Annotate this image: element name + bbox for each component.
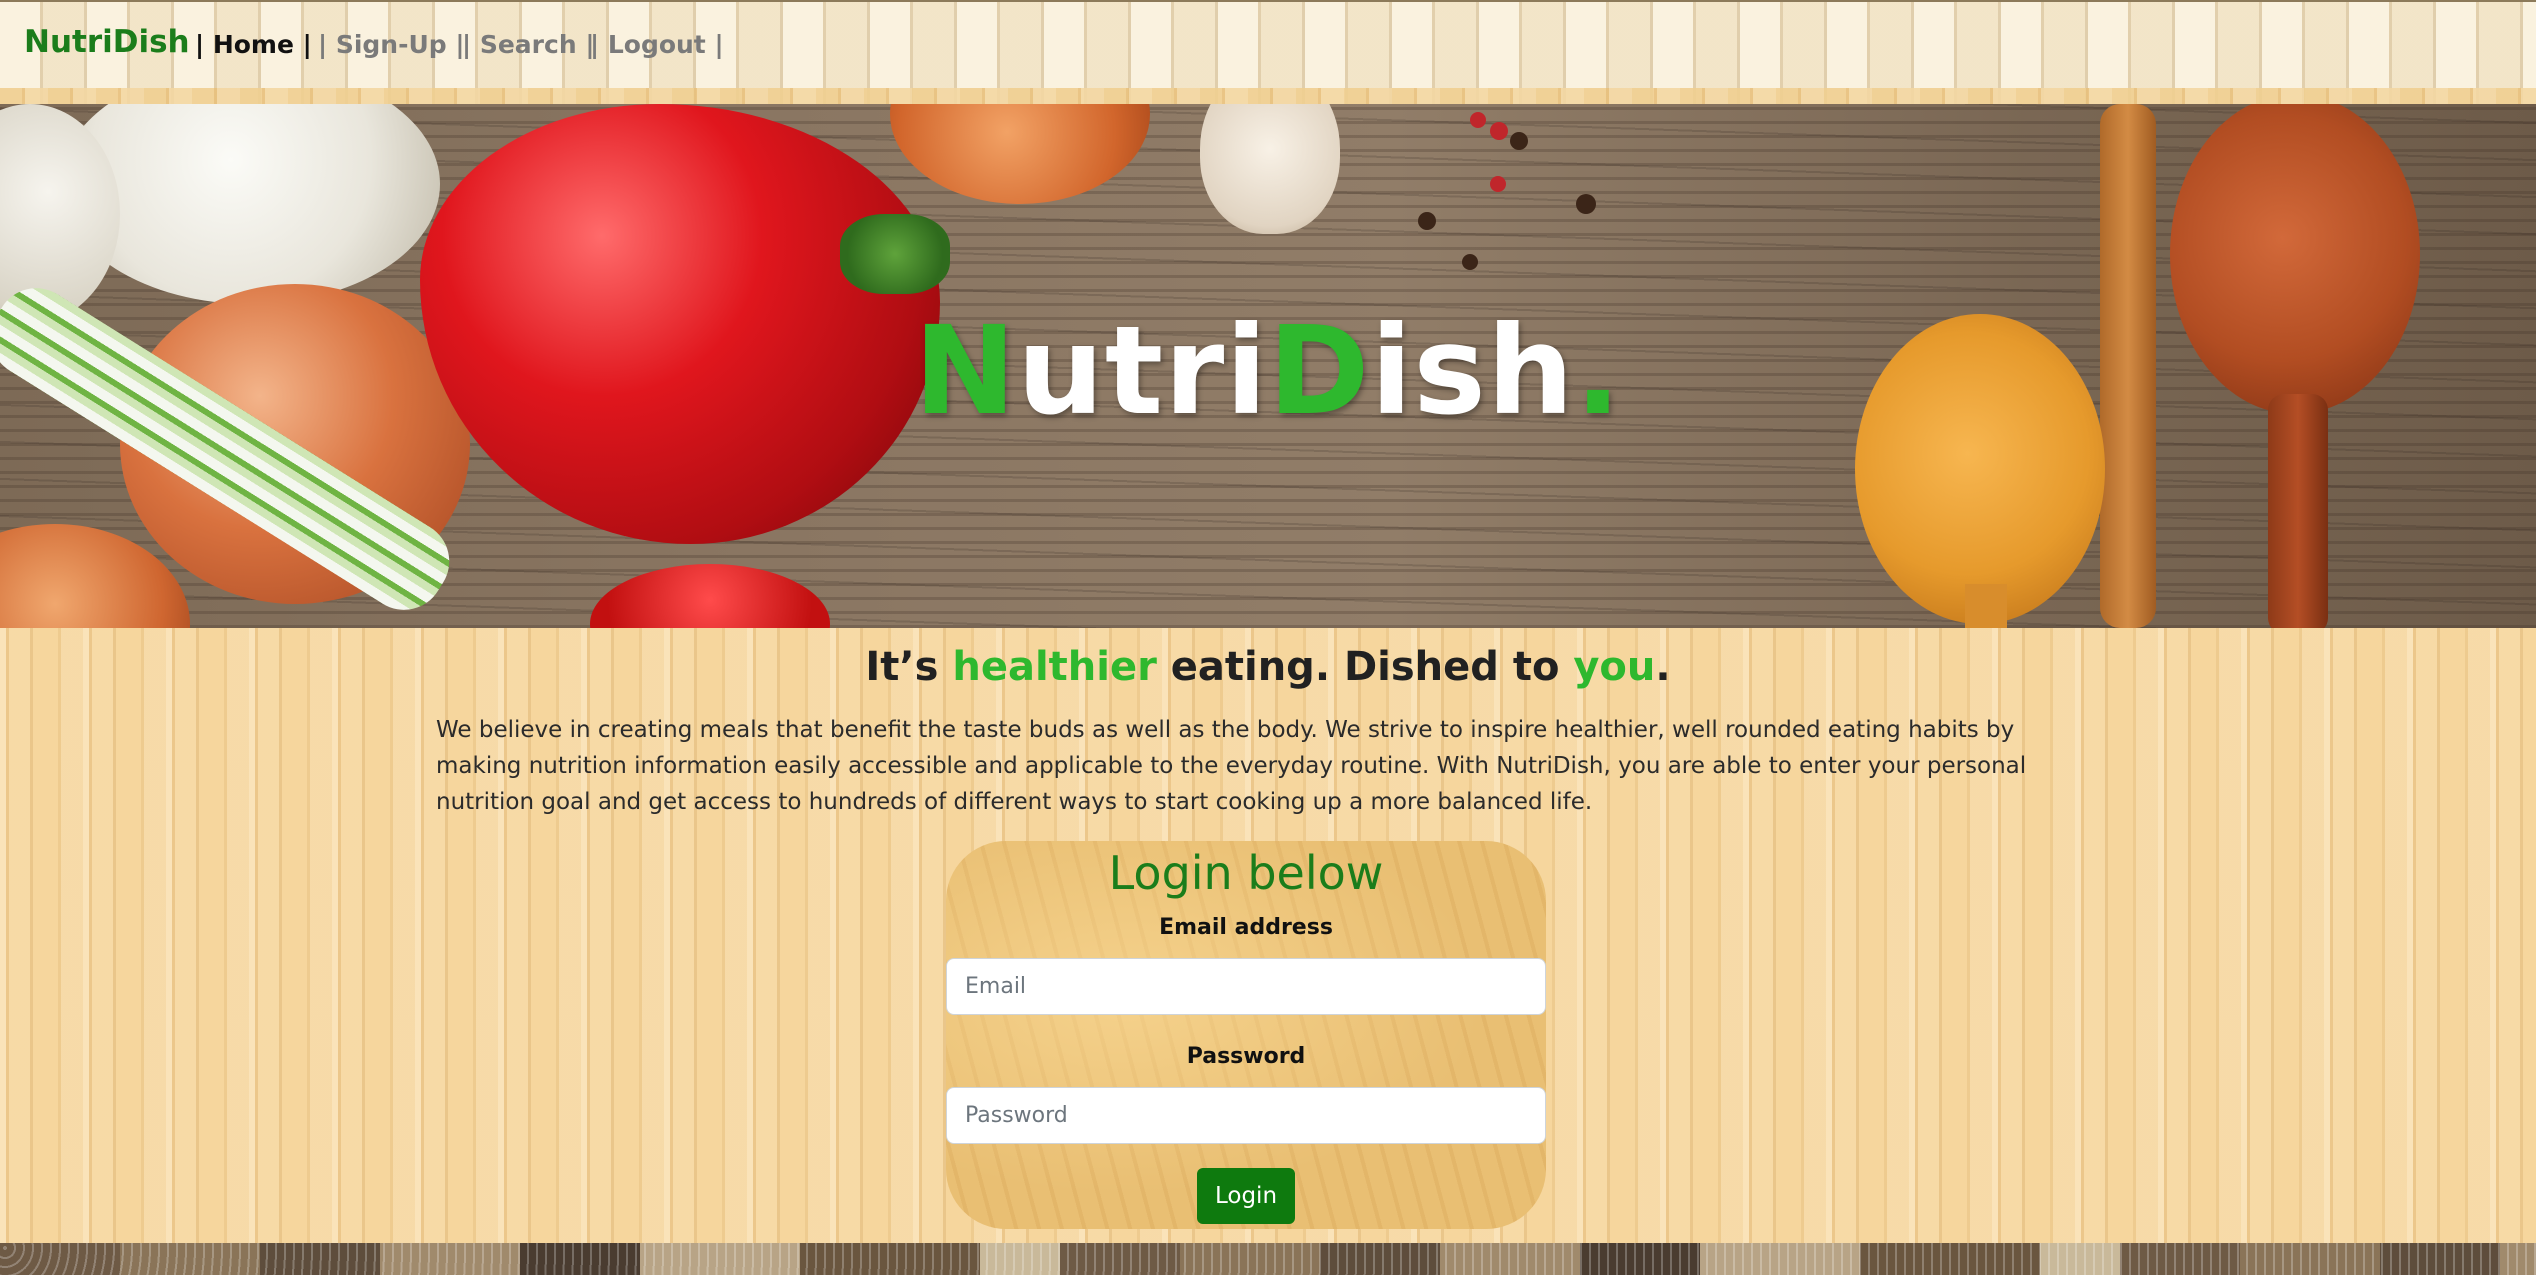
brand-link[interactable]: NutriDish xyxy=(24,24,190,60)
hero-title-utri: utri xyxy=(1017,300,1269,442)
peppercorn-image xyxy=(1510,132,1528,150)
top-navbar: NutriDish | Home | | Sign-Up | | Search … xyxy=(0,0,2536,106)
tagline-highlight-healthier: healthier xyxy=(952,644,1157,690)
peppercorn-image xyxy=(1490,176,1506,192)
hero-title-ish: ish xyxy=(1370,300,1575,442)
tagline-text: . xyxy=(1655,644,1671,690)
nav-link-sign-up[interactable]: | Sign-Up | xyxy=(318,30,465,59)
tomato-bottom-image xyxy=(590,564,830,628)
tagline-text: eating. Dished to xyxy=(1156,644,1574,690)
peppercorn-image xyxy=(1490,122,1508,140)
nav-link-search[interactable]: | Search | xyxy=(462,30,594,59)
garlic-image xyxy=(1200,104,1340,234)
peppercorn-image xyxy=(1470,112,1486,128)
email-label: Email address xyxy=(1159,915,1333,940)
hero-title-letter-n: N xyxy=(913,300,1017,442)
hero-banner: NutriDish. xyxy=(0,104,2536,628)
peppercorn-image xyxy=(1462,254,1478,270)
tagline-heading: It’s healthier eating. Dished to you. xyxy=(0,644,2536,690)
about-paragraph: We believe in creating meals that benefi… xyxy=(436,717,2027,815)
nav-link-home[interactable]: | Home | xyxy=(195,30,312,59)
password-field[interactable] xyxy=(946,1087,1546,1144)
hero-title-letter-d: D xyxy=(1268,300,1371,442)
footer-grains-texture xyxy=(0,1243,2536,1275)
wooden-spoon-light-handle-image xyxy=(1965,584,2007,628)
login-button[interactable]: Login xyxy=(1197,1168,1295,1224)
email-field[interactable] xyxy=(946,958,1546,1015)
hero-logo-title: NutriDish. xyxy=(0,300,2536,442)
nav-link-logout[interactable]: | Logout | xyxy=(590,30,724,59)
login-form: Login below Email address Password Login xyxy=(946,841,1546,1229)
hero-title-dot: . xyxy=(1574,300,1623,442)
pepper-stem-image xyxy=(840,214,950,294)
peppercorn-image xyxy=(1576,194,1596,214)
tagline-text: It’s xyxy=(865,644,953,690)
login-title: Login below xyxy=(1108,846,1384,900)
tagline-highlight-you: you xyxy=(1573,644,1656,690)
footer-grains-image xyxy=(0,1243,2536,1275)
onion-top-image xyxy=(890,104,1150,204)
password-label: Password xyxy=(1186,1044,1306,1069)
peppercorn-image xyxy=(1418,212,1436,230)
